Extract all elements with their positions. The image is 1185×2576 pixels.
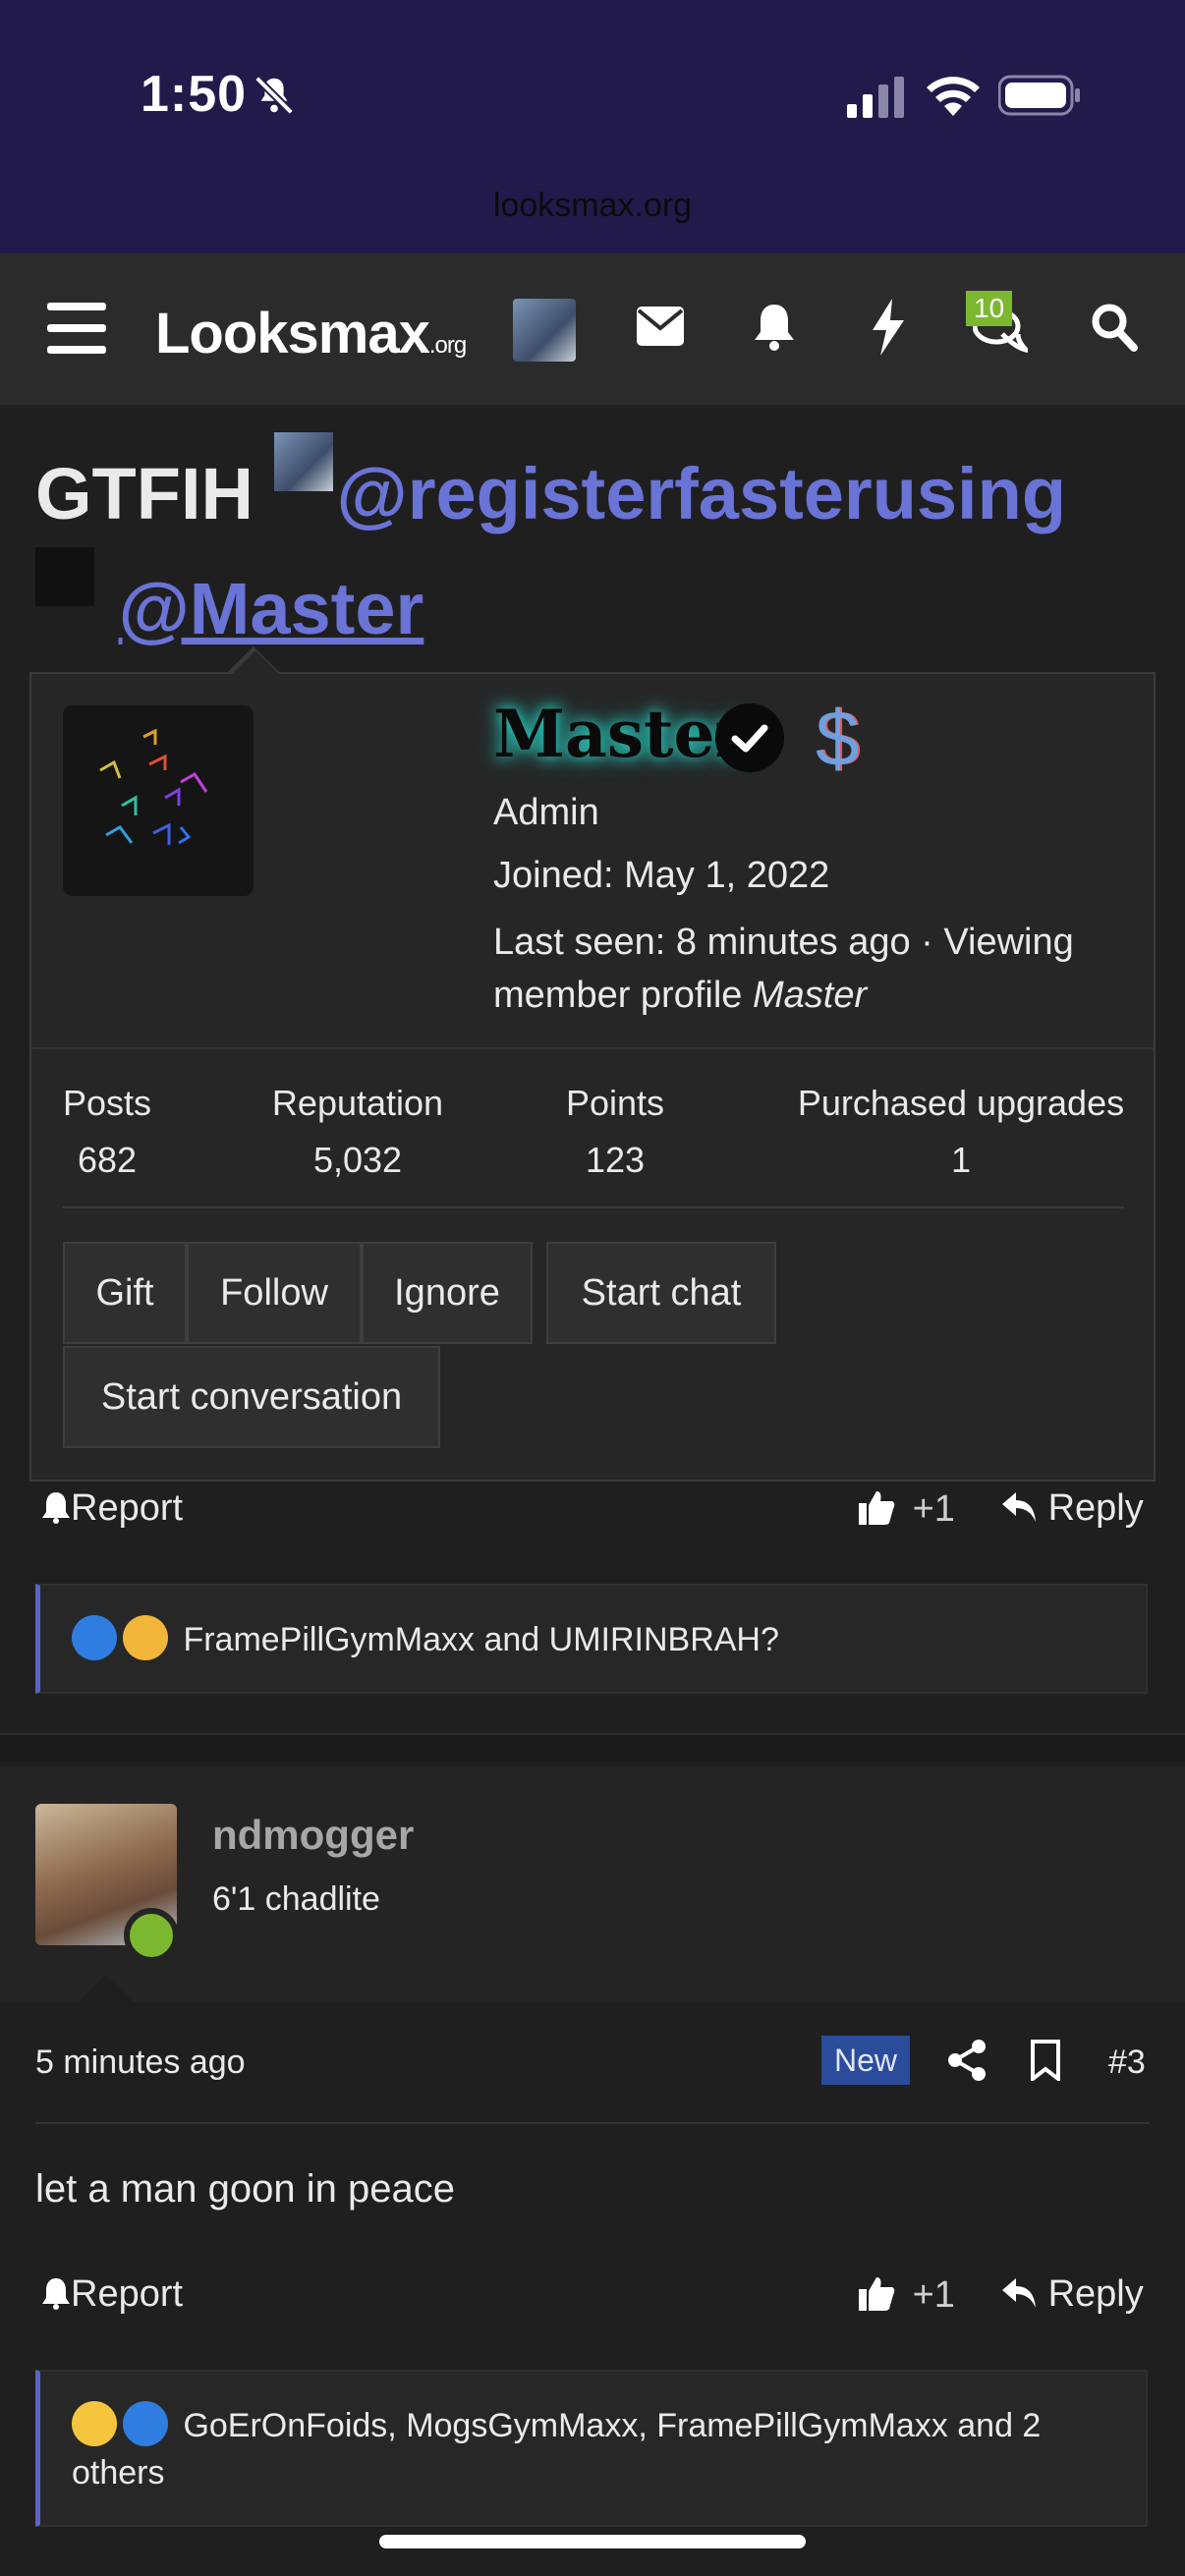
bell-icon[interactable] [753, 303, 796, 352]
home-indicator[interactable] [379, 2535, 806, 2548]
member-joined: Joined: May 1, 2022 [493, 855, 830, 896]
start-conversation-button[interactable]: Start conversation [63, 1346, 440, 1448]
stat-posts: Posts 682 [63, 1083, 151, 1181]
member-role: Admin [493, 792, 599, 833]
post-user-block: ndmogger 6'1 chadlite [0, 1766, 1185, 2002]
report-button[interactable]: Report [41, 1487, 183, 1530]
thinking-reaction-icon [123, 1615, 168, 1660]
url-text: looksmax.org [492, 187, 693, 224]
divider [35, 2122, 1150, 2124]
report-label: Report [71, 2273, 184, 2315]
stat-purchased-upgrades: Purchased upgrades 1 [794, 1083, 1128, 1181]
bell-icon [42, 2278, 70, 2310]
bell-icon [42, 1492, 70, 1524]
new-badge: New [821, 2036, 910, 2085]
member-avatar[interactable] [63, 705, 254, 896]
username[interactable]: ndmogger [212, 1812, 414, 1859]
reactions-text: GoErOnFoids, MogsGymMaxx, FramePillGymMa… [72, 2407, 1042, 2492]
member-tooltip-card: Master $ Admin Joined: May 1, 2022 Last … [29, 650, 1156, 1482]
reactions-summary[interactable]: GoErOnFoids, MogsGymMaxx, FramePillGymMa… [35, 2370, 1148, 2527]
stat-label: Points [565, 1083, 665, 1123]
bookmark-icon[interactable] [1030, 2040, 1061, 2081]
start-chat-button[interactable]: Start chat [546, 1242, 776, 1344]
post-number[interactable]: #3 [1108, 2044, 1146, 2082]
address-bar[interactable]: looksmax.org [0, 187, 1185, 225]
like-count: +1 [912, 1488, 955, 1530]
title-prefix: GTFIH [35, 453, 254, 534]
thumbs-up-icon [859, 1491, 895, 1525]
post-body: let a man goon in peace [35, 2167, 455, 2211]
ignore-button[interactable]: Ignore [362, 1242, 533, 1344]
mention-avatar [35, 547, 94, 606]
member-last-seen: Last seen: 8 minutes ago · Viewing membe… [493, 916, 1142, 1022]
like-count: +1 [912, 2274, 955, 2316]
user-avatar-nav[interactable] [513, 299, 576, 362]
reactions-text: FramePillGymMaxx and UMIRINBRAH? [183, 1621, 779, 1658]
tooltip-arrow-inner [230, 650, 281, 676]
like-reaction-icon [72, 1615, 117, 1660]
wifi-icon [927, 77, 980, 116]
member-name[interactable]: Master [493, 696, 749, 772]
crying-laughing-reaction-icon [72, 2401, 117, 2446]
bell-off-icon [254, 76, 294, 115]
post-actions: Report +1 Reply [0, 1487, 1185, 1546]
stat-label: Reputation [271, 1083, 444, 1123]
stat-reputation: Reputation 5,032 [259, 1083, 456, 1181]
gift-button[interactable]: Gift [63, 1242, 187, 1344]
user-block-arrow [77, 1975, 136, 2004]
reply-arrow-icon [1002, 1492, 1036, 1522]
stat-label: Posts [63, 1083, 152, 1123]
user-title: 6'1 chadlite [212, 1880, 380, 1918]
status-bar: 1:50 looksmax.org [0, 0, 1185, 253]
post-separator [0, 1733, 1185, 1763]
status-time: 1:50 [141, 66, 248, 123]
stat-value: 682 [77, 1140, 138, 1180]
site-logo[interactable]: Looksmax.org [155, 301, 467, 366]
mention-link-master[interactable]: @Master [119, 568, 424, 649]
lightning-icon[interactable] [871, 299, 906, 356]
mention-link[interactable]: @registerfasterusing [337, 453, 1067, 534]
reply-label: Reply [1047, 1487, 1144, 1529]
envelope-icon[interactable] [637, 307, 684, 346]
divider [31, 1047, 1154, 1049]
like-button[interactable]: +1 [857, 2273, 955, 2317]
chat-notification-badge: 10 [966, 291, 1013, 326]
dollar-sign-icon: $ [816, 695, 860, 782]
search-icon[interactable] [1091, 303, 1138, 352]
reply-button[interactable]: Reply [1000, 2273, 1144, 2316]
top-navigation: Looksmax.org 10 [0, 253, 1185, 407]
report-button[interactable]: Report [41, 2273, 183, 2316]
like-reaction-icon [123, 2401, 168, 2446]
cellular-signal-icon [847, 77, 904, 118]
post-meta: 5 minutes ago New #3 [0, 2036, 1185, 2095]
post-time[interactable]: 5 minutes ago [35, 2044, 246, 2082]
battery-icon [998, 75, 1080, 116]
online-status-indicator [124, 1908, 179, 1963]
report-label: Report [71, 1487, 184, 1529]
logo-suffix: .org [428, 332, 467, 359]
stat-points: Points 123 [556, 1083, 674, 1181]
divider [63, 1206, 1124, 1208]
mention-avatar [273, 432, 333, 491]
share-icon[interactable] [947, 2040, 987, 2081]
reactions-summary[interactable]: FramePillGymMaxx and UMIRINBRAH? [35, 1584, 1148, 1694]
follow-button[interactable]: Follow [187, 1242, 362, 1344]
thumbs-up-icon [859, 2277, 895, 2311]
reply-button[interactable]: Reply [1000, 1487, 1144, 1530]
logo-text: Looksmax [155, 302, 430, 365]
thread-title: GTFIH @registerfasterusing @Master [35, 432, 1165, 662]
hamburger-menu-icon[interactable] [47, 301, 106, 356]
reply-arrow-icon [1002, 2278, 1036, 2308]
post-actions: Report +1 Reply [0, 2273, 1185, 2332]
stat-value: 5,032 [312, 1140, 403, 1180]
stat-value: 1 [950, 1140, 972, 1180]
stat-label: Purchased upgrades [797, 1083, 1125, 1123]
reply-label: Reply [1047, 2273, 1144, 2315]
stat-value: 123 [585, 1140, 646, 1180]
like-button[interactable]: +1 [857, 1487, 955, 1531]
last-seen-italic: Master [752, 975, 868, 1016]
verified-check-icon [715, 703, 784, 772]
